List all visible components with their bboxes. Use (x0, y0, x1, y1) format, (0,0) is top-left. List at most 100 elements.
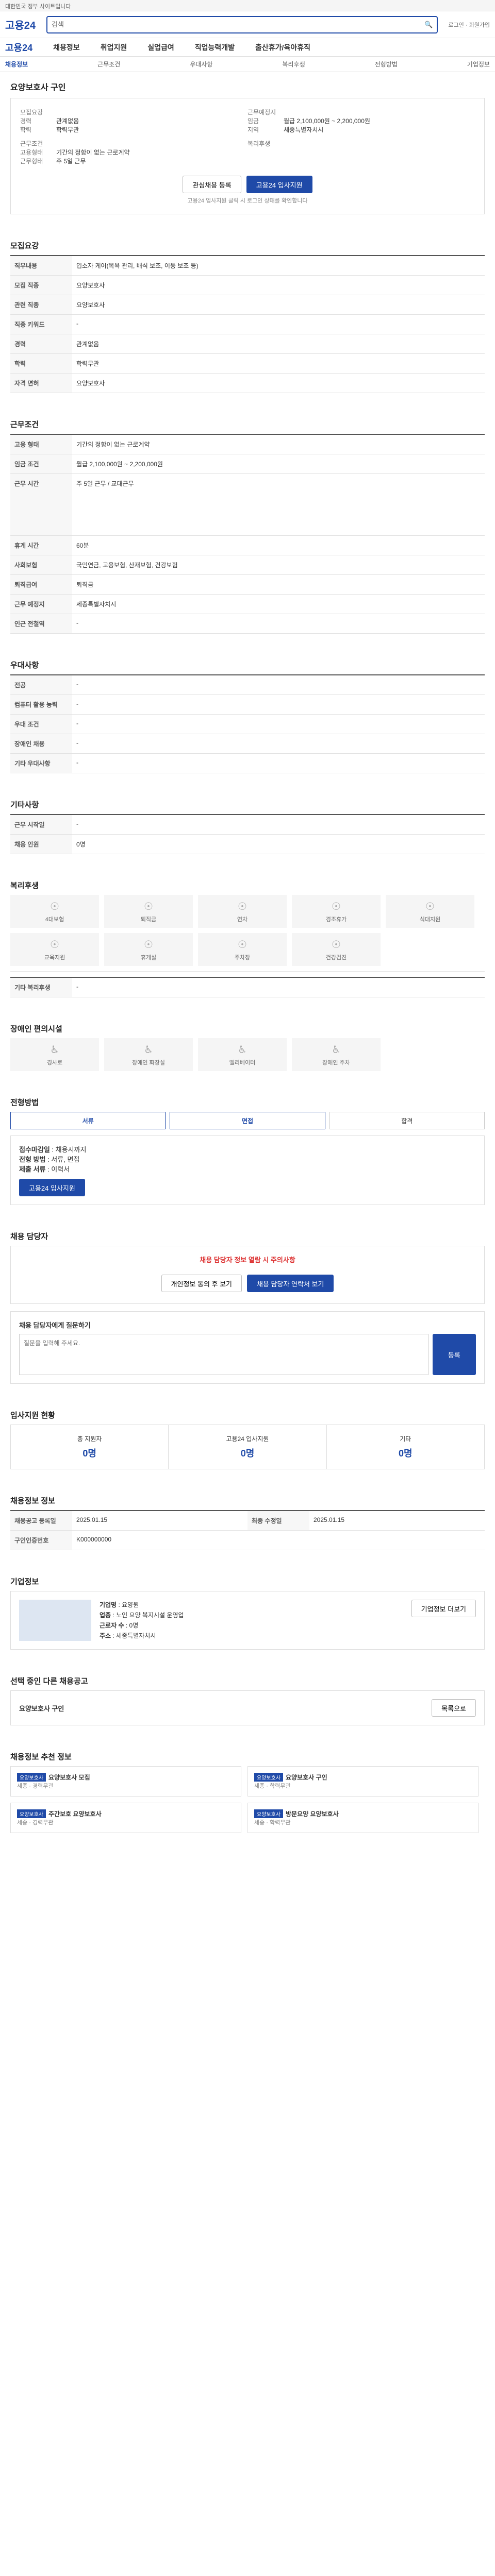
main-nav: 고용24 채용정보 취업지원 실업급여 직업능력개발 출산휴가/육아휴직 (0, 38, 495, 57)
table-row: 기타 복리후생 - (10, 977, 485, 997)
welfare-item: ☉ 경조휴가 (292, 895, 381, 928)
company-section: 기업정보 기업명 : 요양원 업종 : 노인 요양 복지시설 운영업 근로자 수… (0, 1558, 495, 1658)
recommend-heading: 채용정보 추천 정보 (10, 1753, 72, 1761)
welfare-item: ☉ 교육지원 (10, 933, 99, 966)
table-row: 근무 시간 주 5일 근무 / 교대근무 (10, 473, 485, 536)
list-item[interactable]: 요양보호사 주간보호 요양보호사 세종 · 경력무관 (10, 1803, 241, 1833)
tab-recruit[interactable]: 채용정보 (5, 60, 28, 69)
apply-section: 전형방법 서류 면접 합격 접수마감일 : 채용시까지 전형 방법 : 서류, … (0, 1079, 495, 1213)
welfare-item: ☉ 주차장 (198, 933, 287, 966)
condition-table: 고용 형태 기간의 정함이 없는 근로계약 임금 조건 월급 2,100,000원 … (10, 434, 485, 634)
recruit-table: 직무내용 입소자 케어(목욕 관리, 배식 보조, 이동 보조 등) 모집 직종 요… (10, 255, 485, 393)
contact-view-button[interactable]: 채용 담당자 연락처 보기 (247, 1275, 334, 1292)
inquiry-input[interactable] (19, 1334, 428, 1375)
table-row: 우대 조건 - (10, 714, 485, 734)
recommend-cards: 요양보호사 요양보호사 모집 세종 · 경력무관 요양보호사 요양보호사 구인 세종 ·… (10, 1766, 485, 1833)
apply-steps: 서류 면접 합격 (10, 1112, 485, 1129)
sub-nav: 채용정보 근무조건 우대사항 복리후생 전형방법 기업정보 (0, 57, 495, 72)
parking-icon: ♿ (332, 1044, 341, 1056)
nav-item-jobs[interactable]: 채용정보 (53, 42, 80, 53)
welfare-etc-table: 기타 복리후생 - (10, 977, 485, 997)
etc-heading: 기타사항 (10, 801, 39, 809)
toilet-icon: ♿ (144, 1044, 153, 1056)
account-links[interactable]: 로그인 · 회원가입 (448, 21, 490, 29)
job-summary-section: 요양보호사 구인 모집요강 경력 관계없음 학력 학력무관 근무조건 고용형태 기간의… (0, 72, 495, 223)
info-heading: 채용정보 정보 (10, 1497, 55, 1505)
similar-title[interactable]: 요양보호사 구인 (19, 1703, 64, 1713)
table-row: 직종 키워드 - (10, 314, 485, 334)
facility-item: ♿ 장애인 주차 (292, 1038, 381, 1071)
tab-apply[interactable]: 전형방법 (375, 60, 398, 69)
company-photo (19, 1600, 91, 1641)
disability-icons: ♿ 경사로 ♿ 장애인 화장실 ♿ 엘리베이터 ♿ 장애인 주차 (10, 1038, 485, 1071)
tab-condition[interactable]: 근무조건 (97, 60, 120, 69)
nav-item-leave[interactable]: 출산휴가/육아휴직 (255, 42, 310, 53)
table-row: 임금 조건 월급 2,100,000원 ~ 2,200,000원 (10, 454, 485, 474)
table-row: 채용 인원 0명 (10, 834, 485, 854)
stats-box: 총 지원자 0명 고용24 입사지원 0명 기타 0명 (10, 1425, 485, 1469)
back-to-list-button[interactable]: 목록으로 (432, 1699, 476, 1717)
summary-left: 모집요강 경력 관계없음 학력 학력무관 근무조건 고용형태 기간의 정함이 없는 근… (20, 109, 130, 165)
tab-preference[interactable]: 우대사항 (190, 60, 212, 69)
table-row: 고용 형태 기간의 정함이 없는 근로계약 (10, 434, 485, 454)
apply-button[interactable]: 고용24 입사지원 (246, 176, 312, 193)
welfare-item: ☉ 연차 (198, 895, 287, 928)
apply-button-2[interactable]: 고용24 입사지원 (19, 1179, 85, 1196)
tab-company[interactable]: 기업정보 (467, 60, 490, 69)
search-icon[interactable]: 🔍 (424, 21, 433, 29)
table-row: 경력 관계없음 (10, 334, 485, 354)
nav-item-benefit[interactable]: 실업급여 (147, 42, 174, 53)
search-box: 🔍 (46, 15, 438, 33)
contact-section: 채용 담당자 채용 담당자 정보 열람 시 주의사항 개인정보 동의 후 보기 … (0, 1213, 495, 1392)
welfare-item: ☉ 식대지원 (386, 895, 474, 928)
apply-heading: 전형방법 (10, 1098, 39, 1107)
list-item[interactable]: 요양보호사 방문요양 요양보호사 세종 · 학력무관 (248, 1803, 478, 1833)
table-row: 휴게 시간 60분 (10, 535, 485, 555)
welfare-icons: ☉ 4대보험 ☉ 퇴직금 ☉ 연차 ☉ 경조휴가 ☉ 식대지원 ☉ 교육지원 ☉ 휴게실 ☉ 주… (10, 895, 485, 966)
health-icon: ☉ (332, 939, 341, 951)
table-row: 관련 직종 요양보호사 (10, 295, 485, 315)
preference-section: 우대사항 전공 - 컴퓨터 활용 능력 - 우대 조건 - 장애인 채용 - 기타 우대… (0, 642, 495, 782)
company-more-button[interactable]: 기업정보 더보기 (411, 1600, 476, 1617)
job-title: 요양보호사 구인 (10, 83, 66, 92)
shield-icon: ☉ (50, 901, 59, 912)
recommend-section: 채용정보 추천 정보 요양보호사 요양보호사 모집 세종 · 경력무관 요양보호사 요… (0, 1734, 495, 1841)
apply-note: 고용24 입사지원 클릭 시 로그인 상태를 확인합니다 (187, 198, 308, 204)
site-logo[interactable]: 고용24 (5, 17, 36, 32)
consent-view-button[interactable]: 개인정보 동의 후 보기 (161, 1275, 242, 1292)
gift-icon: ☉ (332, 901, 341, 912)
info-section: 채용정보 정보 채용공고 등록일 2025.01.15 최종 수정일 2025.01.… (0, 1478, 495, 1558)
list-item[interactable]: 요양보호사 요양보호사 구인 세종 · 학력무관 (248, 1766, 478, 1797)
table-row: 퇴직급여 퇴직금 (10, 574, 485, 595)
facility-item: ♿ 엘리베이터 (198, 1038, 287, 1071)
table-row: 인근 전철역 - (10, 614, 485, 634)
coin-icon: ☉ (144, 901, 153, 912)
table-row: 전공 - (10, 675, 485, 695)
welfare-item: ☉ 퇴직금 (104, 895, 193, 928)
condition-heading: 근무조건 (10, 420, 39, 429)
welfare-item: ☉ 휴게실 (104, 933, 193, 966)
job-summary: 모집요강 경력 관계없음 학력 학력무관 근무조건 고용형태 기간의 정함이 없는 근… (10, 98, 485, 214)
table-row: 기타 우대사항 - (10, 753, 485, 773)
similar-heading: 선택 중인 다른 채용공고 (10, 1677, 88, 1686)
scrap-button[interactable]: 관심채용 등록 (183, 176, 241, 193)
tab-welfare[interactable]: 복리후생 (282, 60, 305, 69)
table-row: 직무내용 입소자 케어(목욕 관리, 배식 보조, 이동 보조 등) (10, 256, 485, 276)
disability-section: 장애인 편의시설 ♿ 경사로 ♿ 장애인 화장실 ♿ 엘리베이터 ♿ 장애인 주차 (0, 1006, 495, 1079)
search-input[interactable] (52, 21, 425, 28)
company-box: 기업명 : 요양원 업종 : 노인 요양 복지시설 운영업 근로자 수 : 0명… (10, 1591, 485, 1650)
gov-banner: 대한민국 정부 사이트입니다 (0, 0, 495, 11)
company-heading: 기업정보 (10, 1578, 39, 1586)
stats-section: 입사지원 현황 총 지원자 0명 고용24 입사지원 0명 기타 0명 (0, 1392, 495, 1478)
list-item[interactable]: 요양보호사 요양보호사 모집 세종 · 경력무관 (10, 1766, 241, 1797)
sofa-icon: ☉ (144, 939, 153, 951)
info-table: 채용공고 등록일 2025.01.15 최종 수정일 2025.01.15 구인인증번… (10, 1510, 485, 1550)
nav-item-training[interactable]: 직업능력개발 (195, 42, 235, 53)
step-item: 합격 (329, 1112, 485, 1129)
elevator-icon: ♿ (238, 1044, 247, 1056)
inquiry-submit-button[interactable]: 등록 (432, 1334, 476, 1375)
nav-brand[interactable]: 고용24 (5, 41, 32, 54)
condition-section: 근무조건 고용 형태 기간의 정함이 없는 근로계약 임금 조건 월급 2,100,… (0, 401, 495, 642)
welfare-section: 복리후생 ☉ 4대보험 ☉ 퇴직금 ☉ 연차 ☉ 경조휴가 ☉ 식대지원 ☉ 교육지원 ☉ 휴… (0, 862, 495, 1006)
nav-item-support[interactable]: 취업지원 (101, 42, 127, 53)
